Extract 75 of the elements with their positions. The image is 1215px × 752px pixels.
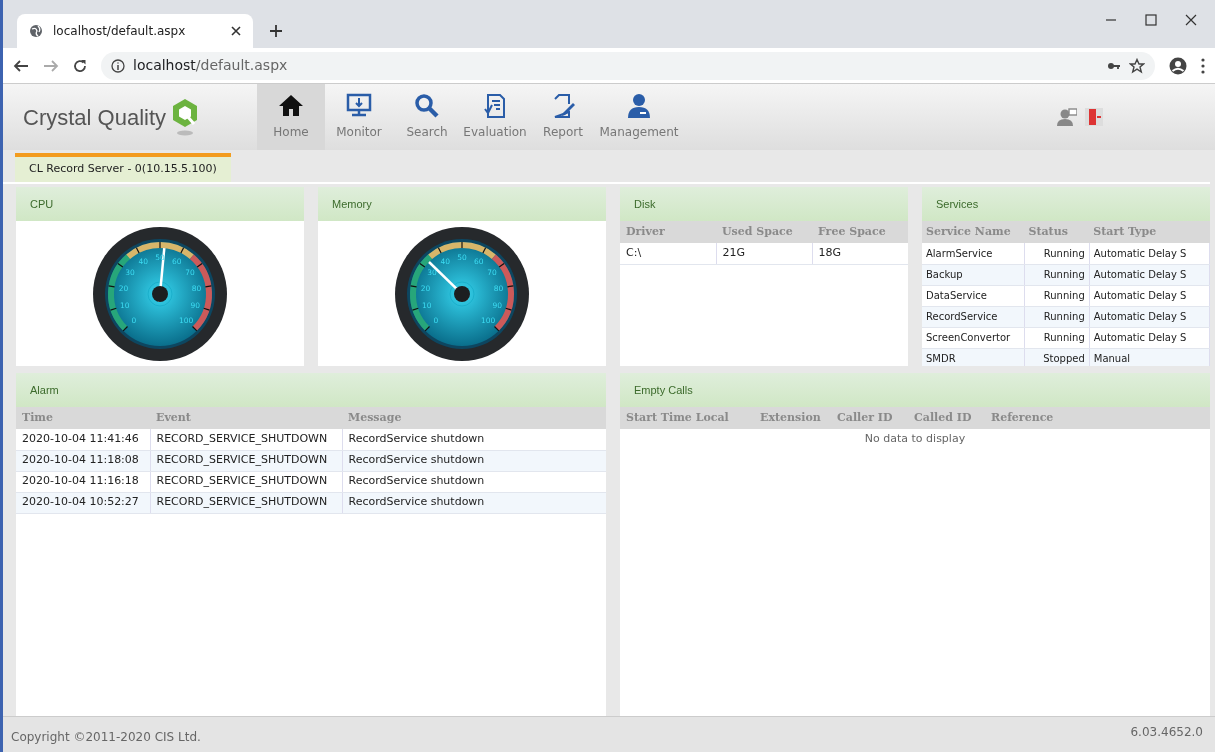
empty-message: No data to display xyxy=(863,431,967,447)
table-cell: 2020-10-04 10:52:27 xyxy=(16,492,150,513)
copyright-text: Copyright ©2011-2020 CIS Ltd. xyxy=(11,729,201,746)
address-field[interactable]: localhost/default.aspx xyxy=(101,51,1155,80)
table-cell: RecordService shutdown xyxy=(342,429,606,450)
table-cell: C:\ xyxy=(620,243,716,264)
table-cell: Running xyxy=(1024,327,1090,348)
nav-tab[interactable]: Report xyxy=(529,84,597,150)
panel-title: Alarm xyxy=(16,373,606,407)
logo-text: Crystal Quality xyxy=(23,103,167,132)
column-header[interactable]: Start Time Local xyxy=(620,407,754,429)
panel-title: Services xyxy=(922,187,1210,221)
table-cell: Backup xyxy=(922,264,1025,285)
table-cell: RecordService shutdown xyxy=(342,471,606,492)
panel-title: CPU xyxy=(16,187,304,221)
column-header[interactable]: Driver xyxy=(620,221,716,243)
info-icon xyxy=(111,58,125,73)
panel-title: Empty Calls xyxy=(620,373,1210,407)
version-text: 6.03.4652.0 xyxy=(1130,724,1203,741)
new-tab-icon[interactable] xyxy=(269,24,283,38)
close-icon[interactable] xyxy=(1185,14,1197,26)
table-cell: Automatic Delay S xyxy=(1089,327,1210,348)
column-header[interactable]: Status xyxy=(1024,221,1090,243)
column-header[interactable]: Service Name xyxy=(922,221,1025,243)
table-cell: Automatic Delay S xyxy=(1089,285,1210,306)
maximize-icon[interactable] xyxy=(1145,14,1157,26)
panel-title: Disk xyxy=(620,187,908,221)
globe-icon xyxy=(29,24,43,38)
nav-tab[interactable]: Search xyxy=(393,84,461,150)
column-header[interactable]: Extension xyxy=(754,407,831,429)
table-cell: RecordService xyxy=(922,306,1025,327)
table-cell: ScreenConvertor xyxy=(922,327,1025,348)
home-icon xyxy=(278,93,304,119)
person-icon xyxy=(626,93,652,119)
column-header[interactable]: Message xyxy=(342,407,606,429)
column-header[interactable]: Used Space xyxy=(716,221,812,243)
server-tab[interactable]: CL Record Server - 0(10.15.5.100) xyxy=(15,153,231,182)
exit-door-icon[interactable] xyxy=(1085,108,1103,126)
star-icon[interactable] xyxy=(1129,57,1145,74)
user-monitor-icon[interactable] xyxy=(1057,108,1077,126)
column-header[interactable]: Reference xyxy=(985,407,1210,429)
column-header[interactable]: Free Space xyxy=(812,221,908,243)
table-cell: 2020-10-04 11:41:46 xyxy=(16,429,150,450)
table-cell: Automatic Delay S xyxy=(1089,243,1210,264)
column-header[interactable]: Start Type xyxy=(1089,221,1210,243)
key-icon[interactable] xyxy=(1107,60,1121,71)
monitor-icon xyxy=(346,93,372,119)
table-cell: 18G xyxy=(812,243,908,264)
column-header[interactable]: Called ID xyxy=(908,407,985,429)
reload-icon[interactable] xyxy=(73,58,87,73)
account-icon[interactable] xyxy=(1169,56,1187,75)
back-icon[interactable] xyxy=(13,58,29,73)
table-cell: AlarmService xyxy=(922,243,1025,264)
table-cell: Running xyxy=(1024,243,1090,264)
nav-tab[interactable]: Management xyxy=(597,84,681,150)
nav-tab[interactable]: Monitor xyxy=(325,84,393,150)
column-header[interactable]: Event xyxy=(150,407,342,429)
search-icon xyxy=(414,93,440,119)
table-cell: DataService xyxy=(922,285,1025,306)
table-cell: RecordService shutdown xyxy=(342,492,606,513)
table-cell: RECORD_SERVICE_SHUTDOWN xyxy=(150,471,342,492)
close-icon[interactable] xyxy=(231,26,241,36)
kebab-menu-icon[interactable] xyxy=(1201,57,1205,74)
table-cell: 2020-10-04 11:18:08 xyxy=(16,450,150,471)
table-cell: 21G xyxy=(716,243,812,264)
column-header[interactable]: Caller ID xyxy=(831,407,908,429)
table-cell: 2020-10-04 11:16:18 xyxy=(16,471,150,492)
table-cell: Running xyxy=(1024,285,1090,306)
checklist-document-icon xyxy=(482,93,508,119)
nav-tab[interactable]: Evaluation xyxy=(461,84,529,150)
nav-tab[interactable]: Home xyxy=(257,84,325,150)
table-cell: RecordService shutdown xyxy=(342,450,606,471)
column-header[interactable]: Time xyxy=(16,407,150,429)
table-cell: RECORD_SERVICE_SHUTDOWN xyxy=(150,429,342,450)
panel-title: Memory xyxy=(318,187,606,221)
